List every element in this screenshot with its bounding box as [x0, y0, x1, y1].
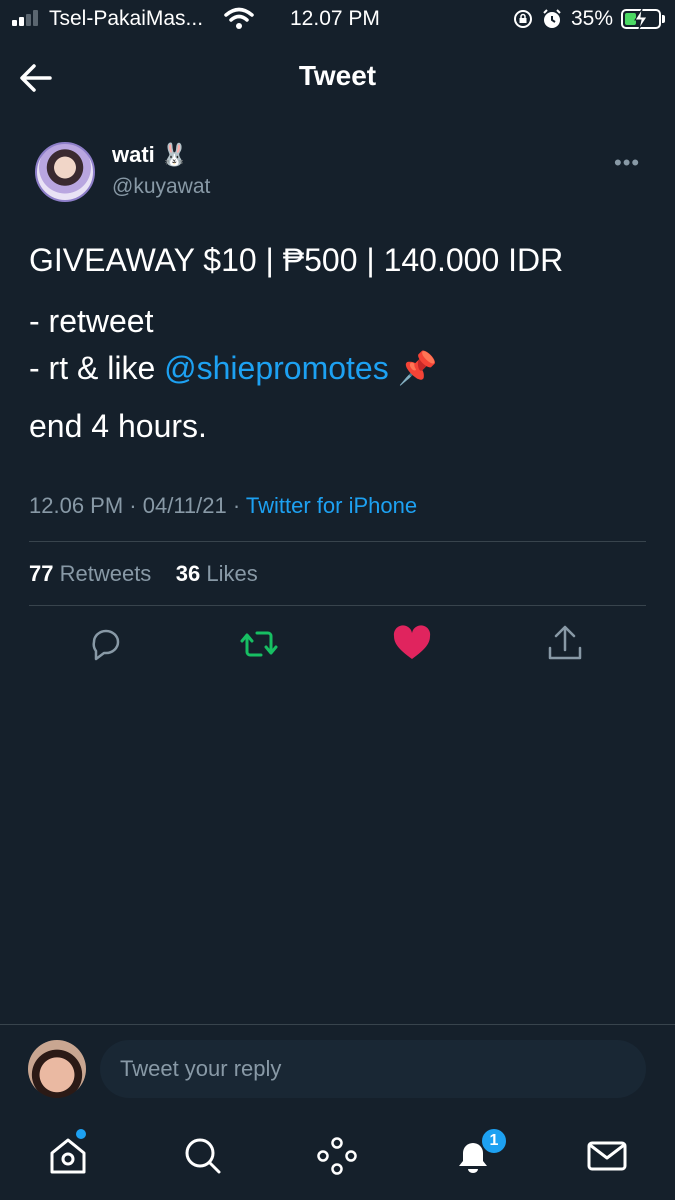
- tweet-line-3-prefix: - rt & like: [29, 350, 165, 386]
- tweet-date: 04/11/21: [142, 493, 227, 518]
- author-avatar[interactable]: [35, 142, 95, 202]
- status-bar: Tsel-PakaiMas... 12.07 PM 35%: [0, 0, 675, 38]
- tweet-line-4: end 4 hours.: [29, 408, 207, 444]
- mention-link[interactable]: @shiepromotes: [164, 350, 389, 386]
- reply-bar-divider: [0, 1024, 675, 1025]
- carrier-name: Tsel-PakaiMas...: [49, 7, 204, 30]
- meta-separator-2: ·: [226, 493, 246, 518]
- charging-bolt-icon: [634, 8, 648, 30]
- reply-icon[interactable]: [84, 622, 128, 666]
- retweet-icon[interactable]: [237, 622, 281, 666]
- like-heart-icon[interactable]: [390, 622, 434, 666]
- pushpin-emoji: 📌: [388, 350, 438, 386]
- status-right-group: 35%: [513, 5, 665, 33]
- tweet-line-1: GIVEAWAY $10 | ₱500 | 140.000 IDR: [29, 242, 564, 278]
- signal-strength-icon: [12, 10, 42, 26]
- tweet-line-2: - retweet: [29, 303, 154, 339]
- meta-separator: ·: [123, 493, 143, 518]
- retweets-stat[interactable]: 77 Retweets: [29, 561, 151, 586]
- current-user-avatar[interactable]: [28, 1040, 86, 1098]
- tweet-meta: 12.06 PM · 04/11/21 · Twitter for iPhone: [29, 493, 417, 519]
- likes-stat[interactable]: 36 Likes: [176, 561, 258, 586]
- alarm-icon: [543, 9, 561, 28]
- retweets-label: Retweets: [53, 561, 152, 586]
- author-handle[interactable]: @kuyawat: [112, 175, 210, 199]
- messages-mail-icon[interactable]: [585, 1134, 629, 1178]
- notifications-badge: 1: [480, 1127, 508, 1155]
- status-time: 12.07 PM: [290, 7, 380, 30]
- rotation-lock-icon: [513, 10, 532, 28]
- battery-percent: 35%: [570, 7, 613, 30]
- retweets-count: 77: [29, 561, 54, 586]
- likes-count: 36: [175, 561, 201, 586]
- home-new-dot: [76, 1129, 86, 1139]
- author-name[interactable]: wati 🐰: [112, 142, 188, 168]
- spaces-icon[interactable]: [315, 1134, 359, 1178]
- tweet-stats: 77 Retweets 36 Likes: [29, 561, 258, 587]
- divider: [29, 605, 646, 606]
- likes-label: Likes: [200, 561, 258, 586]
- wifi-icon: [224, 7, 254, 29]
- divider: [29, 541, 646, 542]
- search-icon[interactable]: [181, 1134, 225, 1178]
- reply-input[interactable]: [100, 1040, 646, 1098]
- battery-cap: [662, 15, 665, 23]
- tweet-source-link[interactable]: Twitter for iPhone: [246, 493, 417, 518]
- battery-icon: [621, 8, 661, 30]
- home-icon[interactable]: [46, 1134, 90, 1178]
- page-title: Tweet: [298, 60, 377, 91]
- top-header: Tweet: [0, 50, 675, 105]
- share-icon[interactable]: [543, 622, 587, 666]
- more-options-icon[interactable]: •••: [614, 150, 640, 176]
- tweet-line-3: - rt & like @shiepromotes 📌: [29, 349, 437, 387]
- tweet-time: 12.06 PM: [29, 493, 124, 518]
